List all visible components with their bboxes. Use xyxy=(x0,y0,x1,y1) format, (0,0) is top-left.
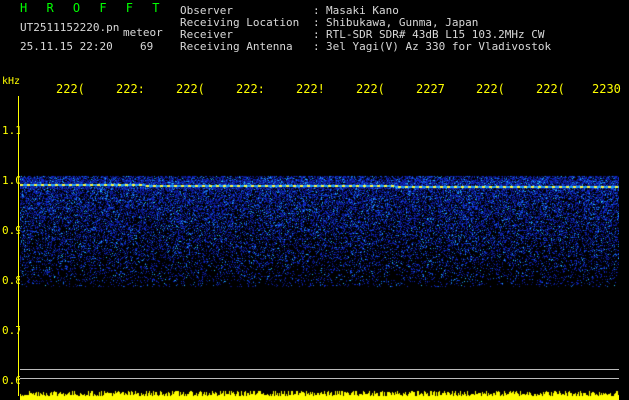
value-antenna: 3el Yagi(V) Az 330 for Vladivostok xyxy=(326,40,552,53)
hrofft-logo: H R O F F T xyxy=(20,1,166,15)
x-tick: 222( xyxy=(476,82,505,96)
file-name: UT2511152220.pn xyxy=(20,21,120,34)
timestamp: 25.11.15 22:20 xyxy=(20,40,113,53)
reference-line xyxy=(20,378,619,379)
axis-unit-label: kHz xyxy=(2,76,21,87)
label-antenna: Receiving Antenna xyxy=(180,40,293,53)
y-axis xyxy=(18,96,19,396)
x-tick: 222( xyxy=(56,82,85,96)
colon: : xyxy=(313,40,320,53)
x-tick: 2230 xyxy=(592,82,621,96)
x-tick: 222( xyxy=(536,82,565,96)
x-tick: 222( xyxy=(176,82,205,96)
spectrogram xyxy=(20,96,619,400)
x-tick: 222! xyxy=(296,82,325,96)
x-tick: 2227 xyxy=(416,82,445,96)
x-tick: 222: xyxy=(236,82,265,96)
reference-line xyxy=(20,369,619,370)
meteor-count: 69 xyxy=(140,40,154,53)
x-tick: 222( xyxy=(356,82,385,96)
event-tag: meteor xyxy=(123,26,163,39)
x-tick: 222: xyxy=(116,82,145,96)
